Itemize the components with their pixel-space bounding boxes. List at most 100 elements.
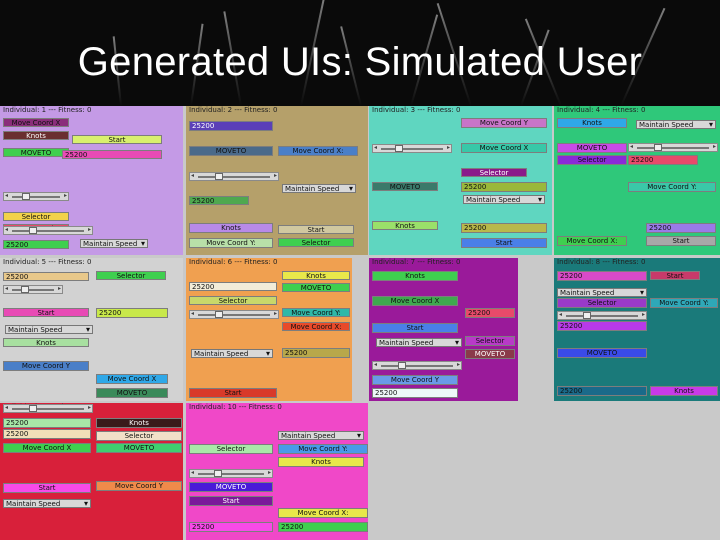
value-slider[interactable]: ◂ ▸ (3, 285, 63, 294)
generated-widget[interactable]: 25200 (189, 282, 277, 291)
generated-widget[interactable]: Selector (96, 271, 166, 280)
arrow-left-icon[interactable]: ◂ (559, 311, 562, 318)
generated-widget[interactable]: Move Coord Y: (650, 298, 718, 308)
slider-thumb[interactable] (215, 311, 223, 318)
maintain-speed-dropdown[interactable]: Maintain Speed (376, 338, 462, 347)
generated-widget[interactable]: Move Coord X (3, 118, 69, 127)
arrow-right-icon[interactable]: ▸ (88, 404, 91, 411)
arrow-left-icon[interactable]: ◂ (191, 310, 194, 317)
generated-widget[interactable]: Knots (278, 457, 364, 467)
slider-thumb[interactable] (398, 362, 406, 369)
generated-widget[interactable]: 25200 (3, 272, 89, 281)
generated-widget[interactable]: MOVETO (557, 348, 647, 358)
generated-widget[interactable]: 25200 (3, 429, 91, 439)
generated-widget[interactable]: Move Coord X (3, 443, 91, 453)
arrow-right-icon[interactable]: ▸ (447, 144, 450, 151)
generated-widget[interactable]: 25200 (3, 418, 91, 428)
generated-widget[interactable]: MOVETO (96, 443, 182, 453)
slider-thumb[interactable] (22, 193, 30, 200)
maintain-speed-dropdown[interactable]: Maintain Speed (80, 239, 148, 248)
maintain-speed-dropdown[interactable]: Maintain Speed (278, 431, 364, 440)
slider-thumb[interactable] (215, 173, 223, 180)
slider-thumb[interactable] (395, 145, 403, 152)
generated-widget[interactable]: Knots (282, 271, 350, 280)
generated-widget[interactable]: Selector (461, 168, 527, 177)
generated-widget[interactable]: Knots (3, 338, 89, 347)
generated-widget[interactable]: Start (278, 225, 354, 234)
generated-widget[interactable]: Start (189, 496, 273, 506)
generated-widget[interactable]: Move Coord X (372, 296, 458, 306)
arrow-right-icon[interactable]: ▸ (274, 310, 277, 317)
generated-widget[interactable]: Selector (557, 298, 647, 308)
slider-thumb[interactable] (21, 286, 29, 293)
arrow-right-icon[interactable]: ▸ (64, 192, 67, 199)
generated-widget[interactable]: Move Coord X (96, 374, 168, 384)
arrow-left-icon[interactable]: ◂ (191, 469, 194, 476)
arrow-left-icon[interactable]: ◂ (374, 361, 377, 368)
arrow-right-icon[interactable]: ▸ (642, 311, 645, 318)
generated-widget[interactable]: Move Coord X: (278, 508, 368, 518)
generated-widget[interactable]: Start (3, 308, 89, 317)
generated-widget[interactable]: 25200 (189, 121, 273, 131)
generated-widget[interactable]: Move Coord Y: (628, 182, 716, 192)
arrow-left-icon[interactable]: ◂ (5, 285, 8, 292)
maintain-speed-dropdown[interactable]: Maintain Speed (191, 349, 273, 358)
generated-widget[interactable]: Move Coord Y (461, 118, 547, 128)
generated-widget[interactable]: Start (461, 238, 547, 248)
generated-widget[interactable]: Start (189, 388, 277, 398)
generated-widget[interactable]: Selector (3, 212, 69, 221)
generated-widget[interactable]: Knots (372, 221, 438, 230)
generated-widget[interactable]: Selector (96, 431, 182, 441)
slider-thumb[interactable] (29, 405, 37, 412)
generated-widget[interactable]: 25200 (3, 240, 69, 249)
generated-widget[interactable]: Start (72, 135, 162, 144)
slider-thumb[interactable] (214, 470, 222, 477)
generated-widget[interactable]: MOVETO (372, 182, 438, 191)
maintain-speed-dropdown[interactable]: Maintain Speed (463, 195, 545, 204)
generated-widget[interactable]: 25200 (189, 522, 273, 532)
generated-widget[interactable]: Start (646, 236, 716, 246)
arrow-right-icon[interactable]: ▸ (274, 172, 277, 179)
generated-widget[interactable]: MOVETO (189, 482, 273, 492)
generated-widget[interactable]: MOVETO (465, 349, 515, 359)
value-slider[interactable]: ◂ ▸ (557, 311, 647, 320)
generated-widget[interactable]: Start (372, 323, 458, 333)
generated-widget[interactable]: MOVETO (96, 388, 168, 398)
value-slider[interactable]: ◂ ▸ (189, 172, 279, 181)
generated-widget[interactable]: 25200 (461, 223, 547, 233)
slider-thumb[interactable] (29, 227, 37, 234)
generated-widget[interactable]: Selector (465, 336, 515, 346)
slider-thumb[interactable] (583, 312, 591, 319)
maintain-speed-dropdown[interactable]: Maintain Speed (5, 325, 93, 334)
generated-widget[interactable]: MOVETO (557, 143, 627, 153)
arrow-left-icon[interactable]: ◂ (630, 143, 633, 150)
arrow-right-icon[interactable]: ▸ (88, 226, 91, 233)
generated-widget[interactable]: Move Coord X: (557, 236, 627, 246)
generated-widget[interactable]: 25200 (646, 223, 716, 233)
generated-widget[interactable]: 25200 (282, 348, 350, 358)
generated-widget[interactable]: 25200 (189, 196, 249, 205)
slider-thumb[interactable] (654, 144, 662, 151)
generated-widget[interactable]: Knots (96, 418, 182, 428)
value-slider[interactable]: ◂ ▸ (189, 310, 279, 319)
value-slider[interactable]: ◂ ▸ (628, 143, 718, 152)
generated-widget[interactable]: Start (650, 271, 700, 280)
generated-widget[interactable]: 25200 (62, 150, 162, 159)
arrow-right-icon[interactable]: ▸ (268, 469, 271, 476)
generated-widget[interactable]: 25200 (557, 271, 647, 281)
generated-widget[interactable]: Knots (372, 271, 458, 281)
arrow-right-icon[interactable]: ▸ (713, 143, 716, 150)
generated-widget[interactable]: 25200 (628, 155, 698, 165)
arrow-left-icon[interactable]: ◂ (5, 192, 8, 199)
generated-widget[interactable]: Selector (278, 238, 354, 247)
generated-widget[interactable]: Move Coord X: (282, 322, 350, 331)
generated-widget[interactable]: Move Coord Y (96, 481, 182, 491)
generated-widget[interactable]: Knots (650, 386, 718, 396)
generated-widget[interactable]: Selector (189, 296, 277, 305)
generated-widget[interactable]: Start (3, 483, 91, 493)
generated-widget[interactable]: 25200 (465, 308, 515, 318)
generated-widget[interactable]: Move Coord X (461, 143, 547, 153)
generated-widget[interactable]: Knots (189, 223, 273, 233)
generated-widget[interactable]: MOVETO (3, 148, 69, 157)
generated-widget[interactable]: Move Coord Y (3, 361, 89, 371)
